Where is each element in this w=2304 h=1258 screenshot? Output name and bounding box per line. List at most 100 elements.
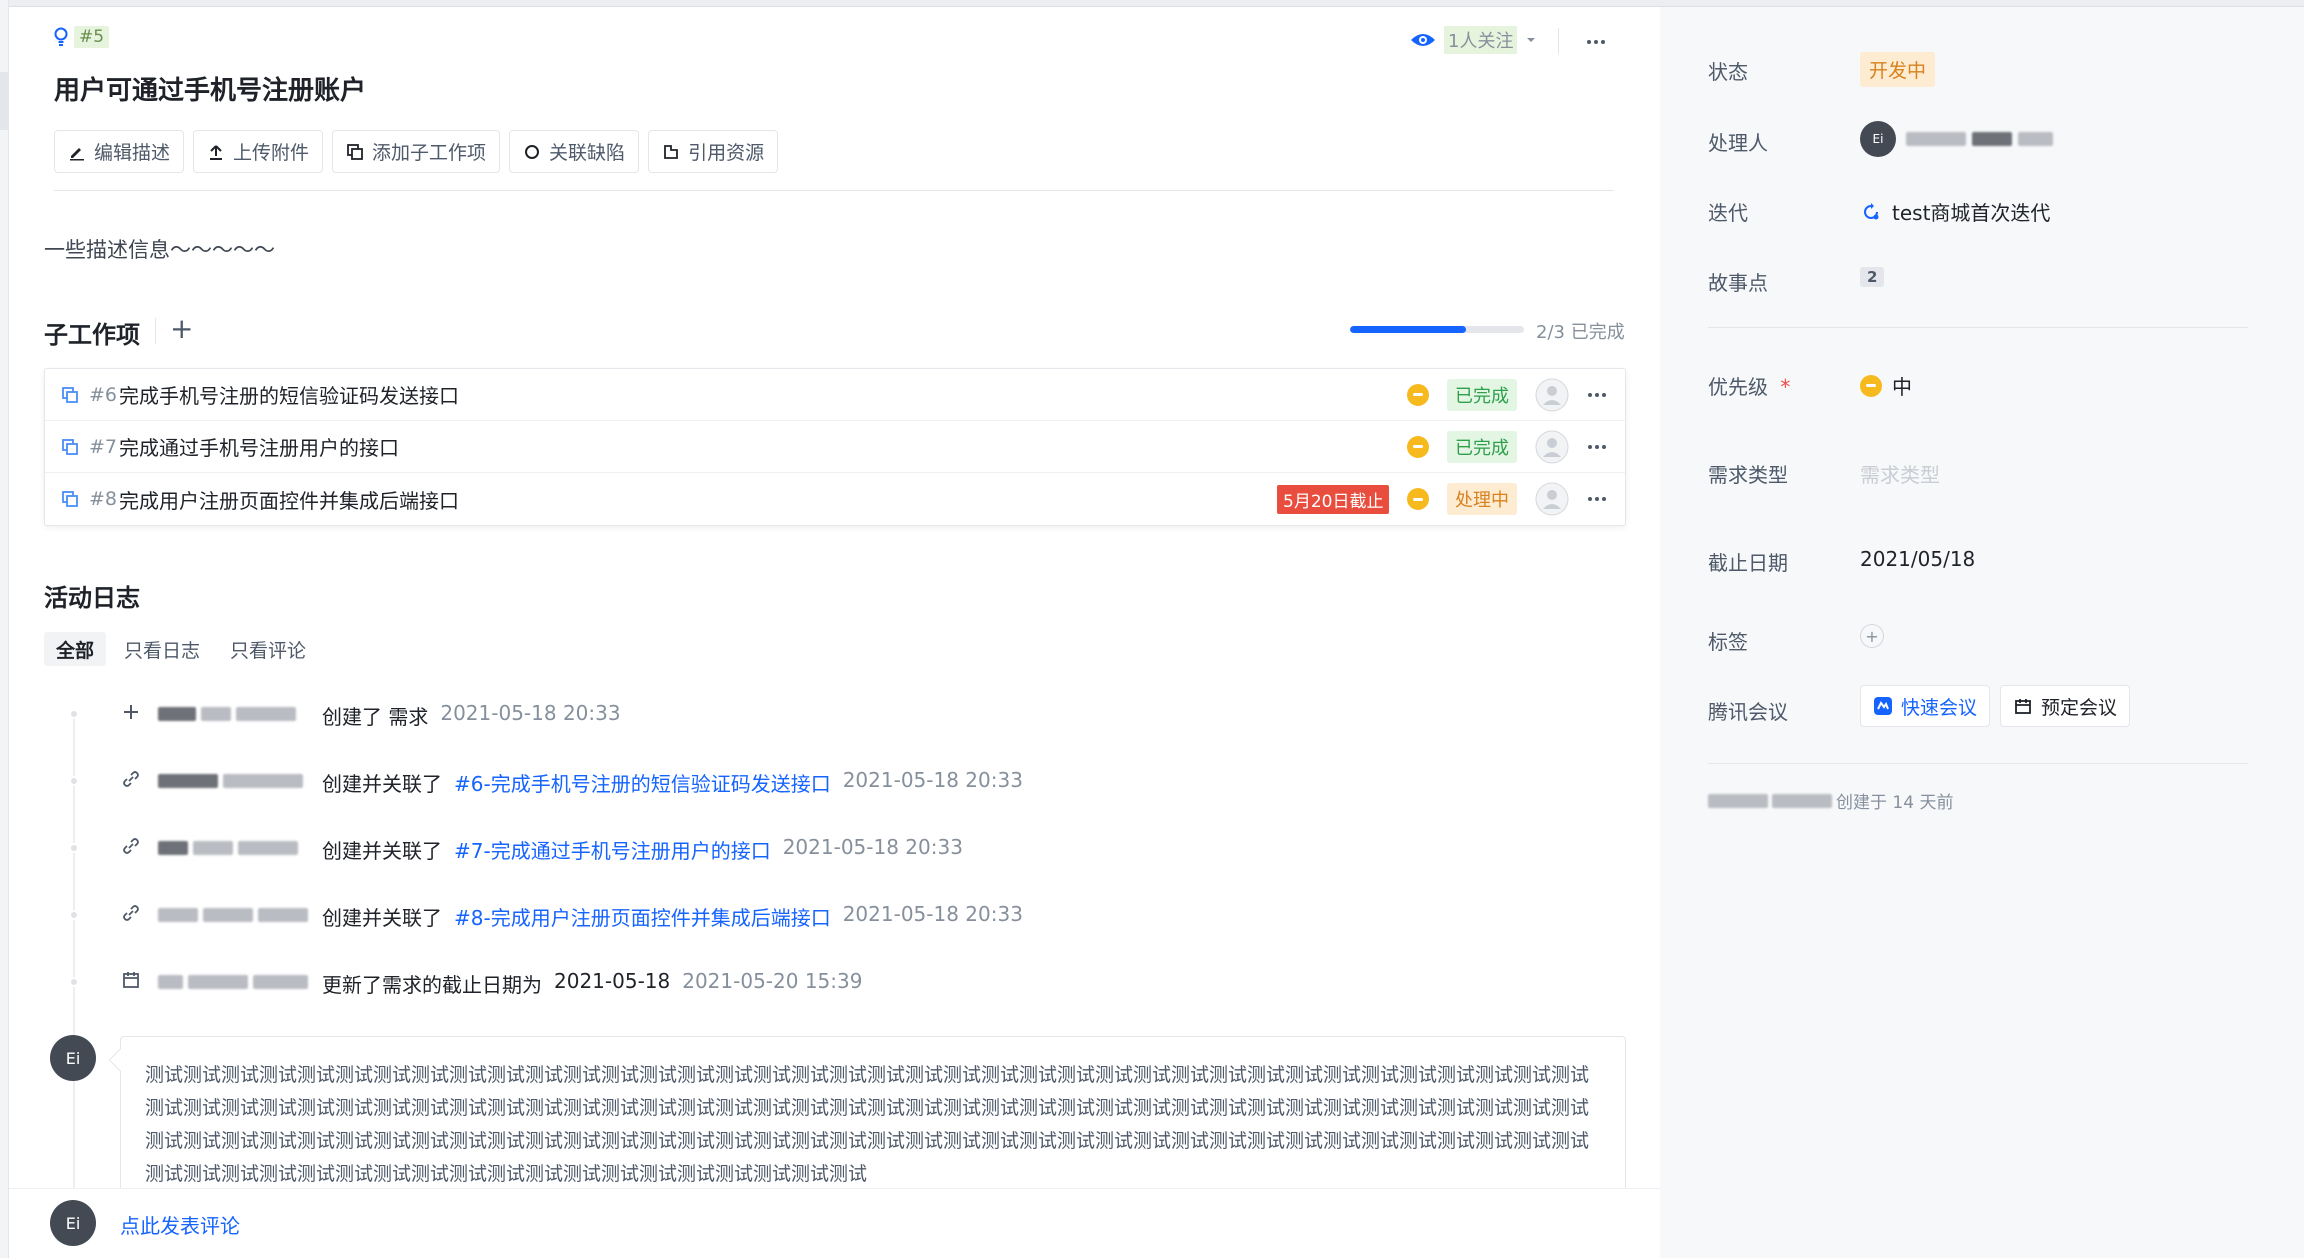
sub-item-number: #7 bbox=[89, 435, 118, 458]
log-time: 2021-05-18 20:33 bbox=[842, 902, 1023, 926]
comment-footer-bar bbox=[9, 1188, 1660, 1258]
comment-content: 测试测试测试测试测试测试测试测试测试测试测试测试测试测试测试测试测试测试测试测试… bbox=[120, 1036, 1626, 1196]
window-left-edge bbox=[0, 0, 9, 1258]
status-badge[interactable]: 已完成 bbox=[1447, 430, 1517, 463]
assignee-field[interactable]: Ei bbox=[1860, 121, 2053, 157]
watch-control[interactable]: 1人关注 bbox=[1410, 26, 1537, 54]
sub-item-row[interactable]: #7 完成通过手机号注册用户的接口 已完成 bbox=[45, 421, 1625, 473]
sub-task-icon bbox=[62, 386, 78, 403]
sub-item-name[interactable]: 完成通过手机号注册用户的接口 bbox=[119, 432, 399, 461]
priority-medium-icon[interactable] bbox=[1407, 383, 1429, 406]
priority-medium-icon[interactable] bbox=[1407, 488, 1429, 510]
status-badge[interactable]: 开发中 bbox=[1860, 52, 1936, 87]
tab-comments-only[interactable]: 只看评论 bbox=[218, 632, 318, 666]
requirement-type-field[interactable]: 需求类型 bbox=[1860, 459, 1940, 488]
due-date-field[interactable]: 2021/05/18 bbox=[1860, 547, 1975, 571]
sub-items-title: 子工作项 bbox=[44, 321, 140, 349]
creator-name-redacted bbox=[1708, 793, 1768, 808]
link-icon bbox=[123, 771, 139, 787]
sub-item-name[interactable]: 完成手机号注册的短信验证码发送接口 bbox=[119, 380, 459, 409]
required-mark: * bbox=[1780, 375, 1791, 399]
log-text: 创建并关联了 #7-完成通过手机号注册用户的接口 2021-05-18 20:3… bbox=[322, 835, 963, 864]
timeline-dot bbox=[69, 977, 79, 987]
priority-field[interactable]: 中 bbox=[1860, 371, 1912, 400]
properties-panel bbox=[1660, 7, 2304, 1258]
story-points-label: 故事点 bbox=[1708, 271, 1768, 295]
requirement-type-label: 需求类型 bbox=[1708, 463, 1788, 487]
action-toolbar: 编辑描述 上传附件 添加子工作项 关联缺陷 引用资源 bbox=[54, 130, 779, 173]
edit-description-button[interactable]: 编辑描述 bbox=[54, 130, 185, 173]
status-badge[interactable]: 处理中 bbox=[1447, 483, 1517, 515]
page-title: 用户可通过手机号注册账户 bbox=[54, 76, 367, 106]
priority-medium-icon bbox=[1860, 374, 1882, 397]
iteration-value: test商城首次迭代 bbox=[1892, 201, 2051, 225]
add-tag-icon[interactable]: + bbox=[1860, 624, 1884, 648]
priority-medium-icon[interactable] bbox=[1407, 435, 1429, 458]
sub-items-separator bbox=[155, 318, 156, 344]
iteration-field[interactable]: test商城首次迭代 bbox=[1860, 197, 2050, 226]
resource-icon bbox=[664, 144, 678, 159]
sub-item-row[interactable]: #8 完成用户注册页面控件并集成后端接口 5月20日截止 处理中 bbox=[45, 473, 1625, 525]
unassigned-avatar-icon[interactable] bbox=[1535, 482, 1569, 516]
panel-divider bbox=[1708, 763, 2248, 764]
status-badge[interactable]: 已完成 bbox=[1447, 378, 1517, 411]
link-bug-button[interactable]: 关联缺陷 bbox=[509, 130, 640, 173]
activity-filter-tabs: 全部 只看日志 只看评论 bbox=[44, 632, 318, 666]
avatar: Ei bbox=[50, 1035, 96, 1081]
log-text: 创建了 需求 2021-05-18 20:33 bbox=[322, 701, 621, 730]
log-text: 更新了需求的截止日期为 2021-05-18 2021-05-20 15:39 bbox=[322, 969, 862, 998]
activity-log-row: 创建了 需求 2021-05-18 20:33 bbox=[0, 699, 1600, 729]
row-more-icon[interactable] bbox=[1585, 487, 1609, 511]
story-points-field[interactable]: 2 bbox=[1860, 267, 1885, 287]
log-time: 2021-05-18 20:33 bbox=[782, 835, 963, 859]
meeting-field: 快速会议 预定会议 bbox=[1860, 685, 2131, 727]
sub-item-number: #6 bbox=[89, 383, 118, 406]
priority-label-text: 优先级 bbox=[1708, 375, 1768, 399]
more-options-icon[interactable] bbox=[1584, 30, 1608, 54]
status-field[interactable]: 开发中 bbox=[1860, 52, 1936, 87]
row-more-icon[interactable] bbox=[1585, 383, 1609, 407]
log-linked-item[interactable]: #6-完成手机号注册的短信验证码发送接口 bbox=[454, 768, 831, 797]
schedule-meeting-label: 预定会议 bbox=[2041, 696, 2118, 719]
unassigned-avatar-icon[interactable] bbox=[1535, 430, 1569, 464]
unassigned-avatar-icon[interactable] bbox=[1535, 378, 1569, 412]
tags-label: 标签 bbox=[1708, 630, 1748, 654]
assignee-label: 处理人 bbox=[1708, 131, 1768, 155]
chevron-down-icon bbox=[1527, 38, 1536, 42]
quick-meeting-button[interactable]: 快速会议 bbox=[1860, 685, 1991, 727]
timeline-dot bbox=[69, 776, 79, 786]
add-sub-item-icon[interactable]: + bbox=[170, 312, 193, 345]
sub-item-row[interactable]: #6 完成手机号注册的短信验证码发送接口 已完成 bbox=[45, 369, 1625, 421]
add-sub-item-button[interactable]: 添加子工作项 bbox=[332, 130, 501, 173]
timeline-dot bbox=[69, 910, 79, 920]
item-id-tag: #5 bbox=[54, 26, 110, 48]
sub-items-table: #6 完成手机号注册的短信验证码发送接口 已完成 #7 完成通过手机号注册用户的… bbox=[44, 368, 1626, 526]
schedule-meeting-button[interactable]: 预定会议 bbox=[2000, 685, 2131, 727]
quick-meeting-label: 快速会议 bbox=[1901, 696, 1978, 719]
activity-log-row: 创建并关联了 #6-完成手机号注册的短信验证码发送接口 2021-05-18 2… bbox=[0, 766, 1600, 796]
tags-field[interactable]: + bbox=[1860, 624, 1884, 648]
assignee-name-redacted bbox=[1906, 132, 2053, 146]
log-linked-item[interactable]: #7-完成通过手机号注册用户的接口 bbox=[454, 835, 771, 864]
cite-resource-button[interactable]: 引用资源 bbox=[648, 130, 779, 173]
header-divider-line bbox=[54, 190, 1614, 191]
log-linked-item[interactable]: #8-完成用户注册页面控件并集成后端接口 bbox=[454, 902, 831, 931]
post-comment-link[interactable]: 点此发表评论 bbox=[120, 1210, 240, 1239]
sub-item-name[interactable]: 完成用户注册页面控件并集成后端接口 bbox=[119, 485, 459, 514]
left-edge-handle bbox=[0, 72, 9, 130]
tab-logs-only[interactable]: 只看日志 bbox=[112, 632, 212, 666]
row-more-icon[interactable] bbox=[1585, 435, 1609, 459]
tab-all[interactable]: 全部 bbox=[44, 632, 107, 666]
link-icon bbox=[123, 905, 139, 921]
add-sub-item-label: 添加子工作项 bbox=[372, 142, 487, 164]
plus-icon bbox=[124, 705, 138, 719]
log-action: 更新了需求的截止日期为 bbox=[322, 973, 542, 997]
log-new-value: 2021-05-18 bbox=[554, 969, 671, 993]
activity-log-row: 创建并关联了 #7-完成通过手机号注册用户的接口 2021-05-18 20:3… bbox=[0, 833, 1600, 863]
iteration-icon bbox=[1864, 202, 1879, 219]
user-name-redacted bbox=[158, 973, 313, 991]
eye-icon bbox=[1411, 34, 1435, 46]
upload-attachment-button[interactable]: 上传附件 bbox=[193, 130, 324, 173]
log-time: 2021-05-18 20:33 bbox=[842, 768, 1023, 792]
user-name-redacted bbox=[158, 906, 313, 924]
